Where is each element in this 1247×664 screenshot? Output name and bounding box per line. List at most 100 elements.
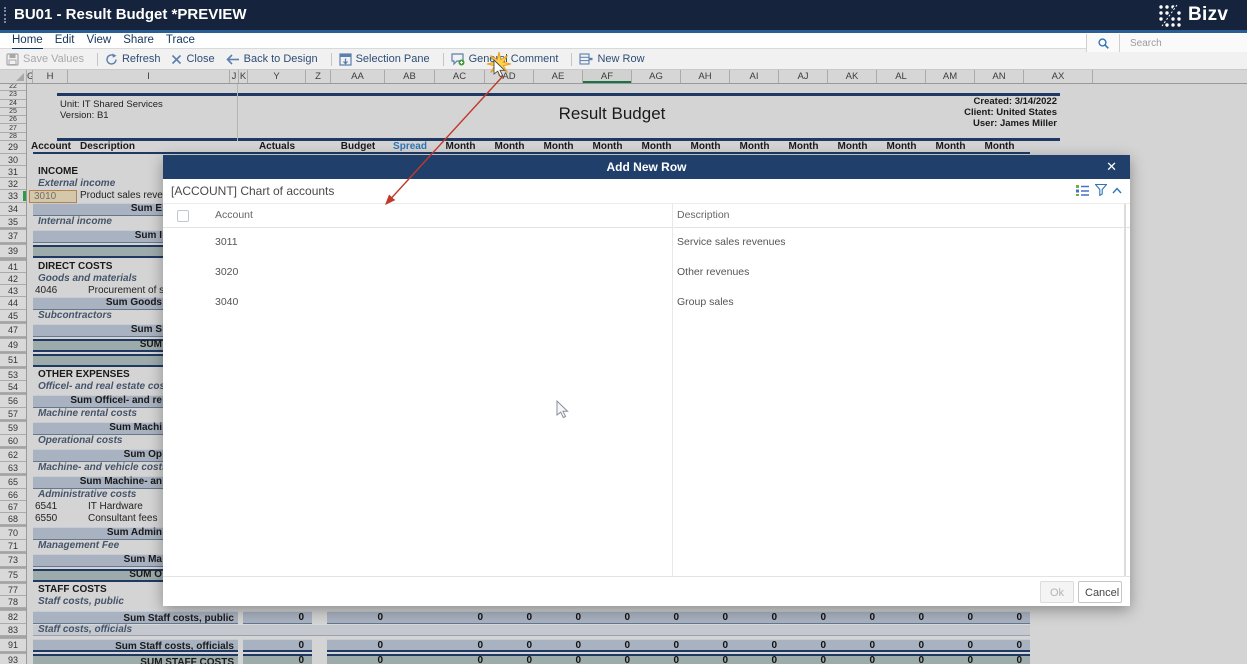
row-number-25[interactable]: 25 xyxy=(0,108,26,116)
menu-item-view[interactable]: View xyxy=(87,33,112,48)
row-number-35[interactable]: 35 xyxy=(0,216,26,228)
search-box[interactable]: Search xyxy=(1086,34,1247,52)
cell-value[interactable]: 0 xyxy=(264,611,304,624)
cell-value[interactable]: 0 xyxy=(982,639,1022,652)
row-number-23[interactable]: 23 xyxy=(0,91,26,99)
selection-pane-button[interactable]: Selection Pane xyxy=(339,53,430,66)
cell-value[interactable]: 0 xyxy=(737,639,777,652)
column-header-AJ[interactable]: AJ xyxy=(779,70,828,83)
selected-cell[interactable]: 3010 xyxy=(29,190,77,203)
menu-item-share[interactable]: Share xyxy=(123,33,154,48)
cell-value[interactable]: 0 xyxy=(786,639,826,652)
row-number-37[interactable]: 37 xyxy=(0,230,26,243)
row-number-57[interactable]: 57 xyxy=(0,408,26,420)
cell-value[interactable]: 0 xyxy=(343,639,383,652)
column-header-Y[interactable]: Y xyxy=(248,70,306,83)
cell-value[interactable]: 0 xyxy=(982,611,1022,624)
row-number-47[interactable]: 47 xyxy=(0,324,26,337)
row-number-82[interactable]: 82 xyxy=(0,611,26,624)
cell-value[interactable]: 0 xyxy=(343,654,383,664)
filter-icon[interactable] xyxy=(1095,184,1107,196)
row-number-24[interactable]: 24 xyxy=(0,100,26,108)
row-number-65[interactable]: 65 xyxy=(0,476,26,489)
column-header-AC[interactable]: AC xyxy=(435,70,485,83)
cell-value[interactable]: 0 xyxy=(443,611,483,624)
cell-value[interactable]: 0 xyxy=(541,639,581,652)
cell-value[interactable]: 0 xyxy=(737,654,777,664)
close-icon[interactable]: ✕ xyxy=(1106,155,1117,179)
row-number-27[interactable]: 27 xyxy=(0,125,26,133)
row-number-75[interactable]: 75 xyxy=(0,569,26,582)
row-number-67[interactable]: 67 xyxy=(0,501,26,513)
cell-value[interactable]: 0 xyxy=(884,654,924,664)
row-number-63[interactable]: 63 xyxy=(0,462,26,474)
sheet-row-93[interactable]: SUM STAFF COSTS00000000000000 xyxy=(0,654,1247,664)
column-header-K[interactable]: K xyxy=(239,70,248,83)
cell-value[interactable]: 0 xyxy=(835,611,875,624)
cell-value[interactable]: 0 xyxy=(884,639,924,652)
column-header-AF[interactable]: AF xyxy=(583,70,632,83)
cell-value[interactable]: 0 xyxy=(933,654,973,664)
column-header-J[interactable]: J xyxy=(230,70,239,83)
column-header-Z[interactable]: Z xyxy=(306,70,331,83)
row-number-22[interactable]: 22 xyxy=(0,83,26,91)
menu-item-home[interactable]: Home xyxy=(12,33,43,49)
row-number-28[interactable]: 28 xyxy=(0,133,26,141)
row-number-60[interactable]: 60 xyxy=(0,435,26,447)
ok-button[interactable]: Ok xyxy=(1040,581,1074,603)
account-list-row[interactable]: 3020Other revenues xyxy=(163,258,1130,288)
row-number-34[interactable]: 34 xyxy=(0,203,26,216)
cell-value[interactable]: 0 xyxy=(982,654,1022,664)
cell-value[interactable]: 0 xyxy=(835,639,875,652)
sheet-row-83[interactable]: Staff costs, officials xyxy=(0,624,1247,636)
cell-value[interactable]: 0 xyxy=(933,639,973,652)
dialog-header[interactable]: Add New Row ✕ xyxy=(163,155,1130,179)
row-number-70[interactable]: 70 xyxy=(0,527,26,540)
search-input[interactable]: Search xyxy=(1120,38,1162,49)
back-to-design-button[interactable]: Back to Design xyxy=(226,53,318,65)
column-header-AL[interactable]: AL xyxy=(877,70,926,83)
row-number-32[interactable]: 32 xyxy=(0,178,26,190)
row-number-33[interactable]: 33 xyxy=(0,190,26,203)
cell-value[interactable]: 0 xyxy=(835,654,875,664)
column-header-AE[interactable]: AE xyxy=(534,70,583,83)
column-chooser-icon[interactable] xyxy=(1076,184,1090,196)
column-header-AN[interactable]: AN xyxy=(975,70,1024,83)
cell-value[interactable]: 0 xyxy=(590,654,630,664)
row-number-78[interactable]: 78 xyxy=(0,596,26,608)
cell-value[interactable]: 0 xyxy=(492,654,532,664)
cell-value[interactable]: 0 xyxy=(343,611,383,624)
row-number-51[interactable]: 51 xyxy=(0,354,26,367)
cell-value[interactable]: 0 xyxy=(443,654,483,664)
column-header-AH[interactable]: AH xyxy=(681,70,730,83)
save-values-button[interactable]: Save Values xyxy=(6,53,84,66)
row-number-30[interactable]: 30 xyxy=(0,154,26,166)
row-number-66[interactable]: 66 xyxy=(0,489,26,501)
row-number-31[interactable]: 31 xyxy=(0,166,26,178)
column-header-I[interactable]: I xyxy=(68,70,230,83)
close-button[interactable]: Close xyxy=(171,53,214,65)
cell-value[interactable]: 0 xyxy=(639,639,679,652)
row-number-41[interactable]: 41 xyxy=(0,261,26,273)
column-header-AA[interactable]: AA xyxy=(331,70,385,83)
account-list-row[interactable]: 3040Group sales xyxy=(163,288,1130,318)
cell-value[interactable]: 0 xyxy=(688,639,728,652)
row-number-43[interactable]: 43 xyxy=(0,285,26,297)
cell-value[interactable]: 0 xyxy=(737,611,777,624)
row-number-45[interactable]: 45 xyxy=(0,310,26,322)
cell-value[interactable]: 0 xyxy=(688,611,728,624)
cell-value[interactable]: 0 xyxy=(590,639,630,652)
row-number-83[interactable]: 83 xyxy=(0,624,26,636)
row-number-91[interactable]: 91 xyxy=(0,639,26,652)
column-header-account[interactable]: Account xyxy=(215,209,253,221)
column-header-AX[interactable]: AX xyxy=(1024,70,1093,83)
cell-value[interactable]: 0 xyxy=(541,654,581,664)
cell-value[interactable]: 0 xyxy=(639,654,679,664)
column-header-AD[interactable]: AD xyxy=(485,70,534,83)
cell-value[interactable]: 0 xyxy=(492,639,532,652)
row-number-59[interactable]: 59 xyxy=(0,422,26,435)
search-button[interactable] xyxy=(1087,34,1120,52)
menu-item-trace[interactable]: Trace xyxy=(166,33,195,48)
account-list-row[interactable]: 3011Service sales revenues xyxy=(163,228,1130,258)
cancel-button[interactable]: Cancel xyxy=(1078,581,1122,603)
